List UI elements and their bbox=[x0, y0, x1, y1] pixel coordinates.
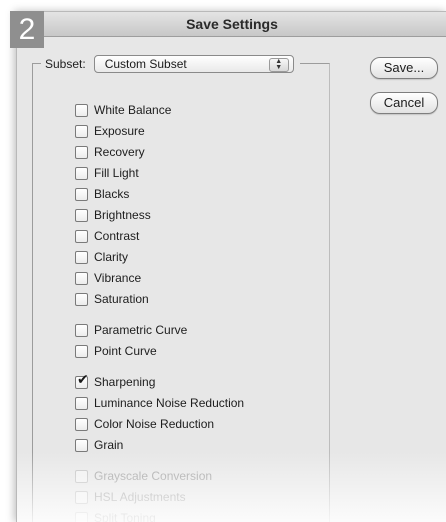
checkbox[interactable] bbox=[75, 324, 88, 337]
popup-arrows-icon: ▲▼ bbox=[269, 58, 289, 72]
checkbox[interactable] bbox=[75, 293, 88, 306]
option-label: White Balance bbox=[94, 103, 171, 117]
dialog-title: Save Settings bbox=[17, 16, 446, 32]
checkbox[interactable] bbox=[75, 104, 88, 117]
cancel-button[interactable]: Cancel bbox=[370, 92, 438, 114]
option-recovery[interactable]: Recovery bbox=[75, 143, 145, 161]
checkbox[interactable] bbox=[75, 146, 88, 159]
option-fill-light[interactable]: Fill Light bbox=[75, 164, 139, 182]
checkbox[interactable] bbox=[75, 439, 88, 452]
option-label: Fill Light bbox=[94, 166, 139, 180]
option-label: Point Curve bbox=[94, 344, 157, 358]
option-parametric-curve[interactable]: Parametric Curve bbox=[75, 321, 187, 339]
option-label: Luminance Noise Reduction bbox=[94, 396, 244, 410]
option-label: Exposure bbox=[94, 124, 145, 138]
option-label: Split Toning bbox=[94, 511, 156, 522]
option-luminance-noise-reduction[interactable]: Luminance Noise Reduction bbox=[75, 394, 244, 412]
option-color-noise-reduction[interactable]: Color Noise Reduction bbox=[75, 415, 214, 433]
option-label: Blacks bbox=[94, 187, 129, 201]
option-grayscale-conversion: Grayscale Conversion bbox=[75, 467, 212, 485]
checkbox[interactable] bbox=[75, 418, 88, 431]
save-button[interactable]: Save... bbox=[370, 57, 438, 79]
option-label: Grain bbox=[94, 438, 123, 452]
checkbox[interactable] bbox=[75, 345, 88, 358]
option-hsl-adjustments: HSL Adjustments bbox=[75, 488, 186, 506]
option-brightness[interactable]: Brightness bbox=[75, 206, 151, 224]
option-grain[interactable]: Grain bbox=[75, 436, 123, 454]
option-white-balance[interactable]: White Balance bbox=[75, 101, 171, 119]
subset-popup[interactable]: Custom Subset ▲▼ bbox=[94, 55, 294, 73]
checkbox[interactable] bbox=[75, 167, 88, 180]
option-exposure[interactable]: Exposure bbox=[75, 122, 145, 140]
subset-row: Subset: Custom Subset ▲▼ bbox=[41, 52, 300, 76]
option-label: Vibrance bbox=[94, 271, 141, 285]
step-number-badge: 2 bbox=[10, 11, 44, 48]
option-vibrance[interactable]: Vibrance bbox=[75, 269, 141, 287]
checkbox[interactable] bbox=[75, 125, 88, 138]
save-settings-dialog: Save Settings Subset: Custom Subset ▲▼ S… bbox=[16, 11, 446, 522]
checkbox-disabled bbox=[75, 512, 88, 522]
title-bar: Save Settings bbox=[17, 12, 446, 37]
option-label: HSL Adjustments bbox=[94, 490, 186, 504]
option-label: Sharpening bbox=[94, 375, 155, 389]
checkbox[interactable] bbox=[75, 251, 88, 264]
checkbox-disabled bbox=[75, 491, 88, 504]
option-split-toning: Split Toning bbox=[75, 509, 156, 522]
checkmark-icon: ✔ bbox=[77, 372, 89, 386]
checkbox[interactable] bbox=[75, 230, 88, 243]
option-label: Saturation bbox=[94, 292, 149, 306]
checkbox[interactable] bbox=[75, 272, 88, 285]
option-label: Contrast bbox=[94, 229, 139, 243]
subset-label: Subset: bbox=[45, 57, 86, 71]
option-label: Grayscale Conversion bbox=[94, 469, 212, 483]
checkbox[interactable] bbox=[75, 397, 88, 410]
checkbox[interactable] bbox=[75, 188, 88, 201]
subset-selected-value: Custom Subset bbox=[105, 57, 187, 71]
option-contrast[interactable]: Contrast bbox=[75, 227, 139, 245]
option-label: Recovery bbox=[94, 145, 145, 159]
checkbox-checked[interactable]: ✔ bbox=[75, 376, 88, 389]
option-label: Parametric Curve bbox=[94, 323, 187, 337]
option-clarity[interactable]: Clarity bbox=[75, 248, 128, 266]
option-blacks[interactable]: Blacks bbox=[75, 185, 129, 203]
option-label: Brightness bbox=[94, 208, 151, 222]
option-point-curve[interactable]: Point Curve bbox=[75, 342, 157, 360]
checkbox-disabled bbox=[75, 470, 88, 483]
checkbox[interactable] bbox=[75, 209, 88, 222]
option-label: Clarity bbox=[94, 250, 128, 264]
option-label: Color Noise Reduction bbox=[94, 417, 214, 431]
option-sharpening[interactable]: ✔ Sharpening bbox=[75, 373, 155, 391]
option-saturation[interactable]: Saturation bbox=[75, 290, 149, 308]
